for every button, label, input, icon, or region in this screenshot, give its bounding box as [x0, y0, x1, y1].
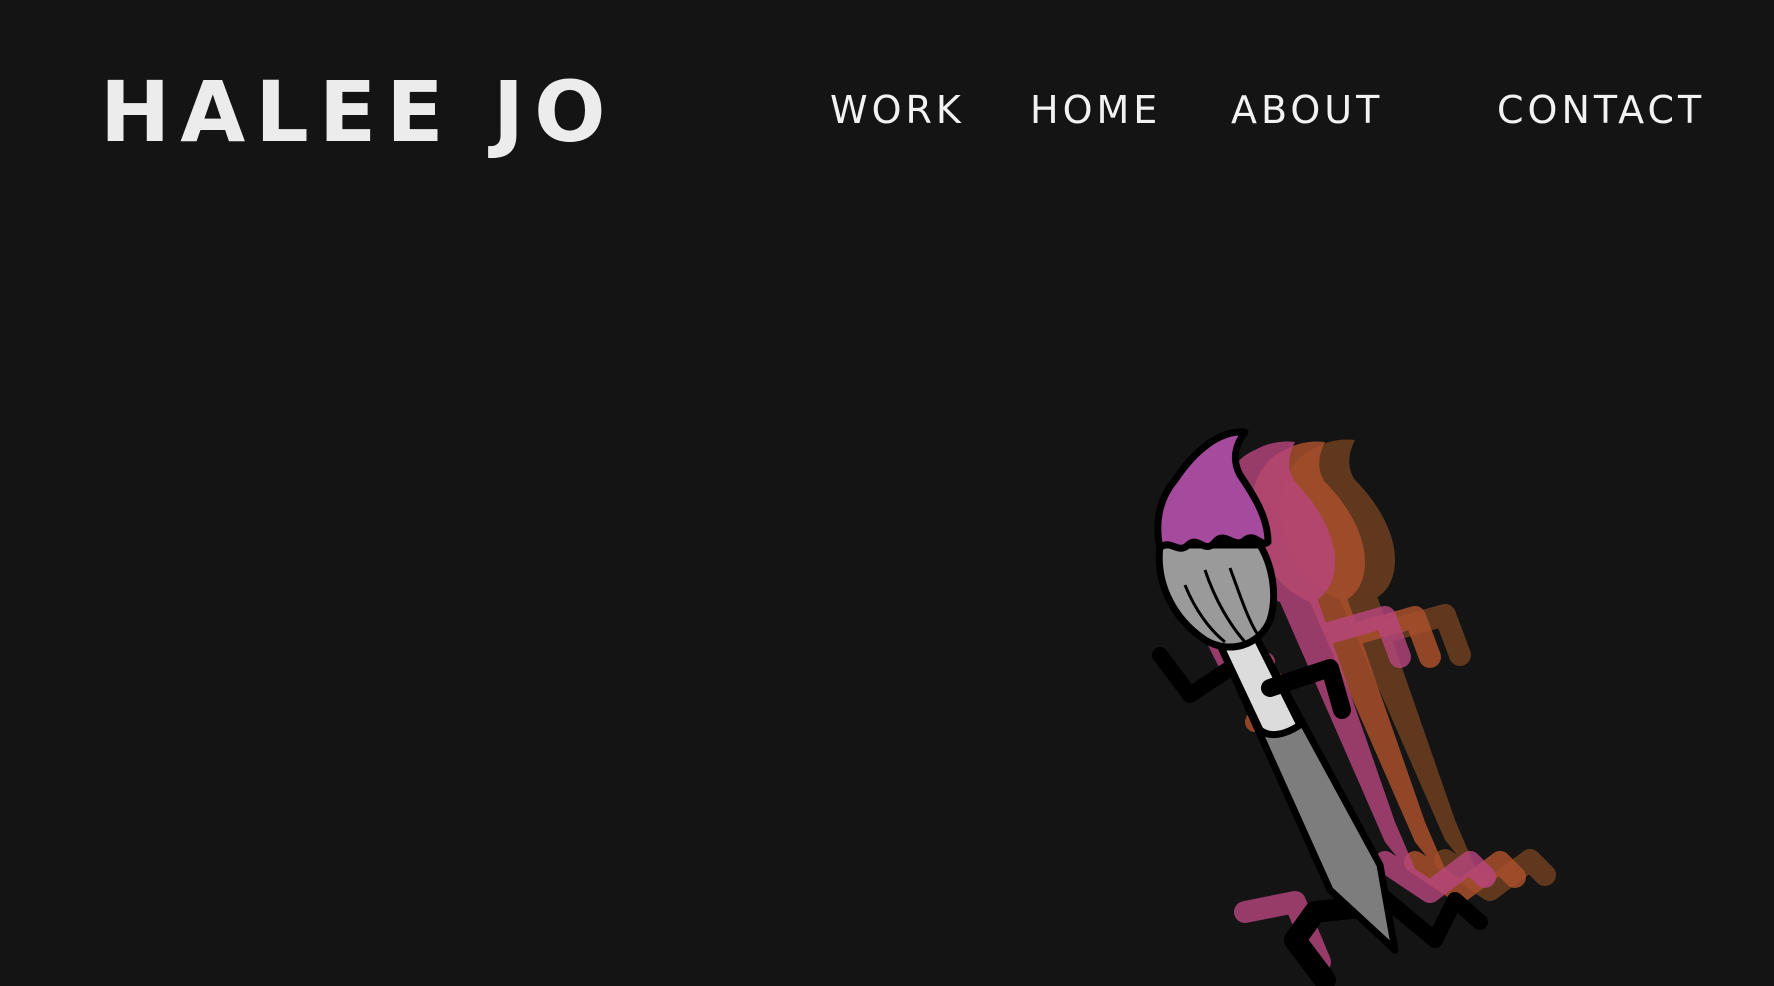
paintbrush-mascot-illustration	[1150, 420, 1774, 986]
main-nav: WORK HOME ABOUT CONTACT	[0, 85, 1774, 135]
nav-link-work[interactable]: WORK	[830, 85, 965, 135]
nav-link-about[interactable]: ABOUT	[1231, 85, 1383, 135]
site-header: HALEE JO WORK HOME ABOUT CONTACT	[0, 0, 1774, 200]
nav-link-home[interactable]: HOME	[1030, 85, 1161, 135]
nav-link-contact[interactable]: CONTACT	[1497, 85, 1705, 135]
